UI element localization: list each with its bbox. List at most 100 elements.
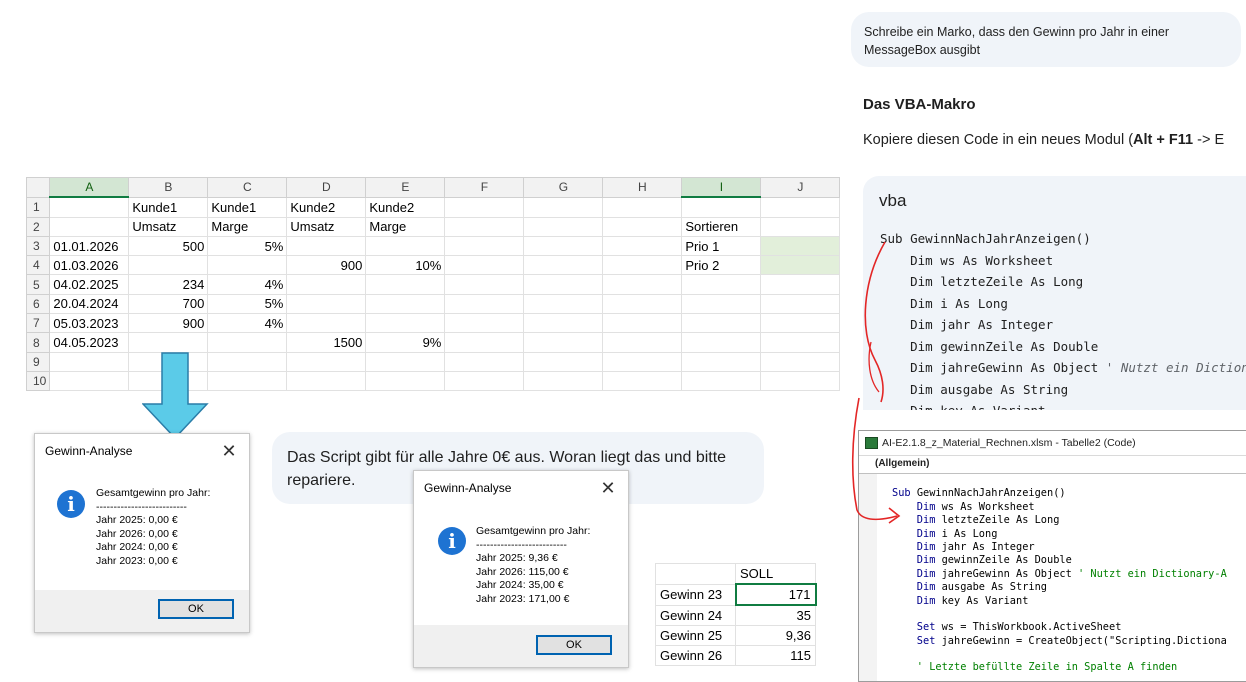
cell-e5[interactable] — [365, 274, 446, 295]
cell-g8[interactable] — [523, 332, 604, 353]
cell-c10[interactable] — [207, 370, 288, 392]
select-all-corner[interactable] — [26, 177, 51, 198]
cell-d3[interactable] — [286, 235, 367, 257]
cell-d5[interactable] — [286, 274, 367, 295]
cell-f1[interactable] — [444, 196, 525, 218]
vbe-code-line[interactable] — [892, 648, 1227, 661]
vbe-object-dropdown[interactable]: (Allgemein) — [859, 456, 1246, 474]
row-header[interactable]: 1 — [26, 196, 51, 218]
cell-d4[interactable]: 900 — [286, 255, 367, 276]
cell-a8[interactable]: 04.05.2023 — [49, 332, 130, 353]
cell-f10[interactable] — [444, 370, 525, 392]
cell-e9[interactable] — [365, 351, 446, 372]
cell-g10[interactable] — [523, 370, 604, 392]
cell-j5[interactable] — [760, 274, 841, 295]
cell-j8[interactable] — [760, 332, 841, 353]
soll-value-active-cell[interactable]: 171 — [734, 583, 817, 606]
cell-e4[interactable]: 10% — [365, 255, 446, 276]
cell-i8[interactable] — [681, 332, 762, 353]
column-header-j[interactable]: J — [760, 177, 841, 198]
cell-h8[interactable] — [602, 332, 683, 353]
cell-f5[interactable] — [444, 274, 525, 295]
cell-e1[interactable]: Kunde2 — [365, 196, 446, 218]
cell-e6[interactable] — [365, 293, 446, 315]
cell-g6[interactable] — [523, 293, 604, 315]
vbe-code-line[interactable]: Dim ws As Worksheet — [892, 501, 1227, 514]
cell-b8[interactable] — [128, 332, 209, 353]
cell-i4[interactable]: Prio 2 — [681, 255, 762, 276]
vbe-code-area[interactable]: Sub GewinnNachJahrAnzeigen() Dim ws As W… — [859, 474, 1246, 681]
cell-j9[interactable] — [760, 351, 841, 372]
ok-button[interactable]: OK — [536, 635, 612, 655]
cell-d2[interactable]: Umsatz — [286, 216, 367, 237]
cell-i7[interactable] — [681, 313, 762, 334]
vbe-code-line[interactable]: Set jahreGewinn = CreateObject("Scriptin… — [892, 635, 1227, 648]
cell-a10[interactable] — [49, 370, 130, 392]
cell-c4[interactable] — [207, 255, 288, 276]
cell-d6[interactable] — [286, 293, 367, 315]
cell-g3[interactable] — [523, 235, 604, 257]
row-header[interactable]: 4 — [26, 255, 51, 276]
vbe-code-line[interactable]: Set ws = ThisWorkbook.ActiveSheet — [892, 621, 1227, 634]
vbe-code-line[interactable]: Dim jahr As Integer — [892, 541, 1227, 554]
cell-d9[interactable] — [286, 351, 367, 372]
cell-e2[interactable]: Marge — [365, 216, 446, 237]
close-icon[interactable]: ✕ — [598, 478, 618, 499]
cell-j1[interactable] — [760, 196, 841, 218]
cell-a4[interactable]: 01.03.2026 — [49, 255, 130, 276]
close-icon[interactable]: ✕ — [219, 441, 239, 462]
cell-i10[interactable] — [681, 370, 762, 392]
soll-value[interactable]: 35 — [735, 604, 816, 626]
cell-f3[interactable] — [444, 235, 525, 257]
row-header[interactable]: 7 — [26, 313, 51, 334]
cell-e8[interactable]: 9% — [365, 332, 446, 353]
column-header-c[interactable]: C — [207, 177, 288, 198]
row-header[interactable]: 5 — [26, 274, 51, 295]
cell-c6[interactable]: 5% — [207, 293, 288, 315]
vbe-code-line[interactable] — [892, 608, 1227, 621]
cell-c1[interactable]: Kunde1 — [207, 196, 288, 218]
cell-f8[interactable] — [444, 332, 525, 353]
vbe-code-line[interactable]: Dim key As Variant — [892, 595, 1227, 608]
column-header-h[interactable]: H — [602, 177, 683, 198]
column-header-g[interactable]: G — [523, 177, 604, 198]
cell-i6[interactable] — [681, 293, 762, 315]
cell-c7[interactable]: 4% — [207, 313, 288, 334]
vbe-code-line[interactable]: Dim i As Long — [892, 528, 1227, 541]
cell-h6[interactable] — [602, 293, 683, 315]
soll-value[interactable]: 9,36 — [735, 625, 816, 646]
cell-e7[interactable] — [365, 313, 446, 334]
vbe-code-line[interactable]: Dim letzteZeile As Long — [892, 514, 1227, 527]
column-header-d[interactable]: D — [286, 177, 367, 198]
cell-g5[interactable] — [523, 274, 604, 295]
row-header[interactable]: 3 — [26, 235, 51, 257]
cell-h9[interactable] — [602, 351, 683, 372]
cell-a9[interactable] — [49, 351, 130, 372]
vbe-code-lines[interactable]: Sub GewinnNachJahrAnzeigen() Dim ws As W… — [892, 474, 1227, 675]
cell-g1[interactable] — [523, 196, 604, 218]
cell-a2[interactable] — [49, 216, 130, 237]
cell-h2[interactable] — [602, 216, 683, 237]
cell-g2[interactable] — [523, 216, 604, 237]
vbe-code-line[interactable]: Sub GewinnNachJahrAnzeigen() — [892, 487, 1227, 500]
cell-i1[interactable] — [681, 196, 762, 218]
cell-j6[interactable] — [760, 293, 841, 315]
cell-b6[interactable]: 700 — [128, 293, 209, 315]
cell-d7[interactable] — [286, 313, 367, 334]
cell-h5[interactable] — [602, 274, 683, 295]
cell-d1[interactable]: Kunde2 — [286, 196, 367, 218]
cell-f4[interactable] — [444, 255, 525, 276]
cell-b2[interactable]: Umsatz — [128, 216, 209, 237]
cell-c3[interactable]: 5% — [207, 235, 288, 257]
cell-e10[interactable] — [365, 370, 446, 392]
column-header-i[interactable]: I — [681, 177, 762, 199]
column-header-b[interactable]: B — [128, 177, 209, 198]
cell-d10[interactable] — [286, 370, 367, 392]
cell-d8[interactable]: 1500 — [286, 332, 367, 353]
cell-i9[interactable] — [681, 351, 762, 372]
cell-j7[interactable] — [760, 313, 841, 334]
vbe-code-line[interactable]: ' Letzte befüllte Zeile in Spalte A find… — [892, 661, 1227, 674]
cell-j4[interactable] — [760, 255, 841, 276]
cell-i3[interactable]: Prio 1 — [681, 235, 762, 257]
cell-f9[interactable] — [444, 351, 525, 372]
